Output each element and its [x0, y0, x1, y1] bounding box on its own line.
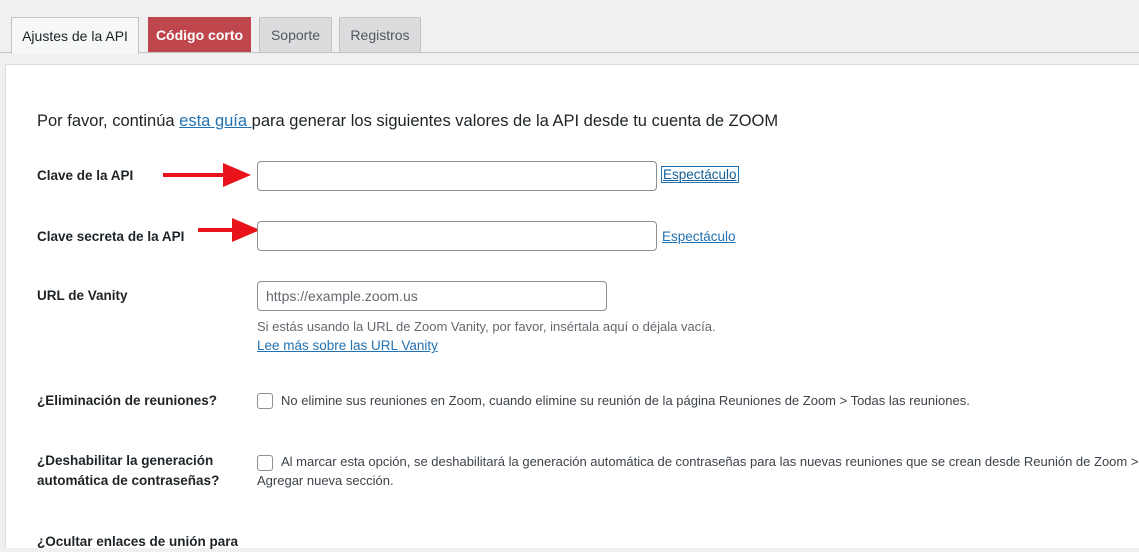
- api-key-label: Clave de la API: [37, 168, 134, 183]
- settings-panel: Por favor, continúa esta guía para gener…: [5, 64, 1139, 549]
- guide-link[interactable]: esta guía: [179, 112, 251, 130]
- api-secret-input[interactable]: [257, 221, 657, 251]
- intro-text: Por favor, continúa esta guía para gener…: [37, 112, 778, 131]
- hide-join-links-label: ¿Ocultar enlaces de unión para: [37, 534, 239, 549]
- tab-api-settings[interactable]: Ajustes de la API: [11, 17, 139, 54]
- red-arrow-icon: [198, 218, 260, 242]
- delete-meetings-checkbox[interactable]: [257, 393, 273, 409]
- vanity-url-label: URL de Vanity: [37, 288, 128, 303]
- delete-meetings-label: ¿Eliminación de reuniones?: [37, 393, 218, 408]
- intro-before: Por favor, continúa: [37, 112, 180, 130]
- vanity-url-learn-more-link[interactable]: Lee más sobre las URL Vanity: [257, 338, 438, 353]
- api-key-input[interactable]: [257, 161, 657, 191]
- tab-shortcode[interactable]: Código corto: [148, 17, 251, 52]
- disable-passwords-label: ¿Deshabilitar la generación automática d…: [37, 451, 219, 491]
- tab-logs[interactable]: Registros: [339, 17, 421, 52]
- disable-passwords-label-line2: automática de contraseñas?: [37, 473, 220, 488]
- api-key-show-link[interactable]: Espectáculo: [661, 166, 739, 183]
- delete-meetings-text: No elimine sus reuniones en Zoom, cuando…: [281, 393, 970, 408]
- vanity-url-input[interactable]: [257, 281, 607, 311]
- intro-after: para generar los siguientes valores de l…: [251, 112, 779, 130]
- disable-passwords-label-line1: ¿Deshabilitar la generación: [37, 453, 214, 468]
- red-arrow-icon: [163, 163, 251, 187]
- tab-divider: [0, 52, 1139, 53]
- tab-support[interactable]: Soporte: [259, 17, 332, 52]
- api-secret-label: Clave secreta de la API: [37, 229, 185, 244]
- vanity-url-description: Si estás usando la URL de Zoom Vanity, p…: [257, 319, 716, 334]
- disable-passwords-text-line2: Agregar nueva sección.: [257, 473, 394, 488]
- api-secret-show-link[interactable]: Espectáculo: [662, 229, 736, 244]
- disable-passwords-text-line1: Al marcar esta opción, se deshabilitará …: [281, 454, 1139, 469]
- disable-passwords-checkbox[interactable]: [257, 455, 273, 471]
